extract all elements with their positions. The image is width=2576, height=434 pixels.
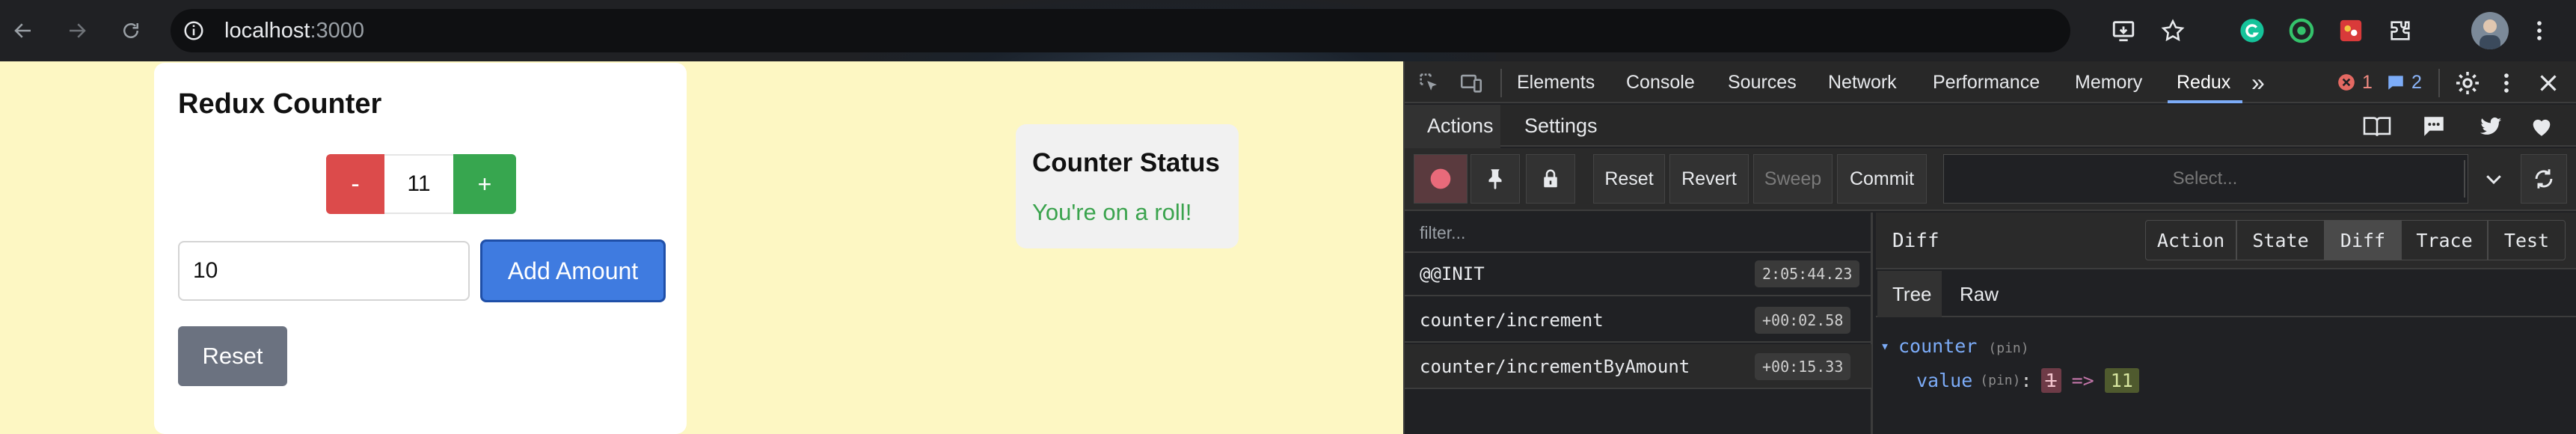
- more-tabs-icon[interactable]: »: [2251, 61, 2265, 103]
- devtools-more-options-icon[interactable]: [2494, 69, 2519, 97]
- tab-redux[interactable]: Redux: [2177, 61, 2230, 103]
- tree-key-counter[interactable]: counter (pin): [1898, 335, 2029, 357]
- app-title: Redux Counter: [178, 88, 382, 120]
- monitor-tab-test[interactable]: Test: [2488, 220, 2566, 260]
- message-count-badge[interactable]: 2: [2386, 61, 2422, 103]
- new-value: 11: [2104, 368, 2139, 393]
- device-toolbar-icon[interactable]: [1459, 70, 1484, 96]
- tree-key-value: value (pin) : 1 => 11: [1916, 368, 2139, 393]
- tab-sources[interactable]: Sources: [1728, 61, 1797, 103]
- message-count: 2: [2411, 71, 2422, 93]
- old-value: 1: [2040, 368, 2061, 393]
- address-bar[interactable]: [171, 9, 2070, 52]
- devtools-settings-gear-icon[interactable]: [2453, 69, 2482, 97]
- select-divider: [2464, 160, 2465, 198]
- sync-button[interactable]: [2521, 154, 2567, 204]
- monitor-tab-trace[interactable]: Trace: [2401, 220, 2488, 260]
- reset-action-button[interactable]: Reset: [1593, 154, 1665, 204]
- diff-arrow: =>: [2071, 370, 2094, 391]
- increment-button[interactable]: +: [453, 154, 516, 214]
- book-icon[interactable]: [2362, 114, 2392, 139]
- chevron-down-icon[interactable]: [2471, 154, 2516, 204]
- error-icon: [2338, 74, 2355, 91]
- instance-select-placeholder: Select...: [2172, 168, 2238, 189]
- monitor-tab-action[interactable]: Action: [2145, 220, 2236, 260]
- monitor-tab-state[interactable]: State: [2236, 220, 2325, 260]
- twitter-icon[interactable]: [2477, 114, 2504, 139]
- decrement-button[interactable]: -: [326, 154, 384, 214]
- circle-extension-icon[interactable]: [2283, 12, 2320, 49]
- browser-menu-icon[interactable]: [2521, 12, 2558, 49]
- toolbar-divider: [1500, 69, 1502, 97]
- profile-avatar[interactable]: [2471, 12, 2509, 49]
- puzzle-extensions-icon[interactable]: [2382, 12, 2419, 49]
- url-host: localhost: [224, 19, 310, 43]
- amount-input[interactable]: [178, 241, 470, 301]
- record-icon: [1430, 168, 1451, 189]
- reload-icon[interactable]: [114, 13, 148, 48]
- error-count: 1: [2362, 71, 2373, 93]
- message-icon: [2388, 76, 2403, 90]
- install-app-icon[interactable]: [2105, 12, 2142, 49]
- back-arrow-icon[interactable]: [6, 13, 40, 48]
- redux-tab-actions[interactable]: Actions: [1427, 105, 1494, 147]
- status-title: Counter Status: [1032, 148, 1220, 177]
- action-name: counter/increment: [1420, 310, 1604, 331]
- pin-label[interactable]: (pin): [1980, 373, 2020, 388]
- key-name: counter: [1898, 335, 1978, 357]
- tab-memory[interactable]: Memory: [2075, 61, 2142, 103]
- status-message: You're on a roll!: [1032, 199, 1192, 225]
- heart-icon[interactable]: [2528, 114, 2555, 139]
- action-name: @@INIT: [1420, 263, 1485, 284]
- counter-value: 11: [384, 154, 453, 214]
- colon: :: [2020, 370, 2032, 391]
- filter-placeholder: filter...: [1420, 223, 1466, 242]
- toolbar-divider: [2438, 69, 2440, 97]
- tab-console[interactable]: Console: [1626, 61, 1695, 103]
- redux-tab-settings[interactable]: Settings: [1524, 105, 1598, 147]
- active-tab-indicator: [2168, 100, 2242, 103]
- filter-field[interactable]: [1405, 213, 1871, 253]
- key-name: value: [1916, 370, 1973, 391]
- action-time: 2:05:44.23: [1755, 260, 1860, 287]
- action-time: +00:15.33: [1755, 353, 1851, 380]
- status-card: [1016, 124, 1239, 248]
- subtab-tree[interactable]: Tree: [1892, 271, 1932, 317]
- record-button[interactable]: [1414, 154, 1468, 204]
- reset-button[interactable]: Reset: [178, 326, 287, 386]
- error-count-badge[interactable]: 1: [2337, 61, 2373, 103]
- monitor-tab-diff[interactable]: Diff: [2325, 220, 2401, 260]
- expand-arrow-icon[interactable]: ▾: [1880, 337, 1889, 355]
- lock-button[interactable]: [1526, 154, 1575, 204]
- pin-button[interactable]: [1471, 154, 1520, 204]
- sync-icon: [2535, 169, 2553, 189]
- sweep-button[interactable]: Sweep: [1753, 154, 1833, 204]
- pin-label[interactable]: (pin): [1988, 340, 2028, 356]
- action-time: +00:02.58: [1755, 307, 1851, 334]
- commit-button[interactable]: Commit: [1837, 154, 1927, 204]
- tab-elements[interactable]: Elements: [1517, 61, 1595, 103]
- tab-network[interactable]: Network: [1828, 61, 1897, 103]
- chat-feedback-icon[interactable]: [2420, 114, 2447, 139]
- tab-performance[interactable]: Performance: [1933, 61, 2040, 103]
- add-amount-button[interactable]: Add Amount: [480, 239, 666, 302]
- site-info-icon[interactable]: [183, 19, 205, 42]
- subtab-raw[interactable]: Raw: [1960, 271, 1999, 317]
- lock-icon: [1544, 169, 1557, 188]
- url-port: :3000: [310, 19, 365, 43]
- devtools-close-icon[interactable]: [2534, 69, 2563, 97]
- forward-arrow-icon[interactable]: [60, 13, 94, 48]
- red-extension-icon[interactable]: [2332, 12, 2370, 49]
- monitor-label: Diff: [1892, 230, 1939, 252]
- grammarly-extension-icon[interactable]: [2233, 12, 2271, 49]
- url-text[interactable]: localhost:3000: [224, 12, 364, 49]
- action-name: counter/incrementByAmount: [1420, 356, 1690, 377]
- pin-icon: [1488, 169, 1502, 190]
- revert-button[interactable]: Revert: [1669, 154, 1749, 204]
- inspect-element-icon[interactable]: [1417, 70, 1442, 96]
- bookmark-star-icon[interactable]: [2154, 12, 2192, 49]
